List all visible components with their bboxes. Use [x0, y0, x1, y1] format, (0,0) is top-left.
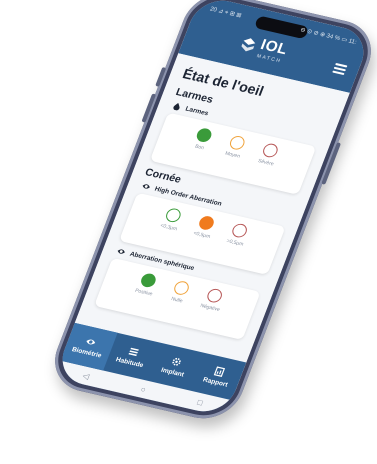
- option-circle[interactable]: [139, 272, 158, 289]
- option-circle[interactable]: [194, 127, 214, 144]
- scene: 20 ⊿ ⌖ ⊞ ⊠ ⊖ ⊙ ⊘ ⊕ 34 % ▭ 11: IOL MATCH: [0, 0, 377, 464]
- list-icon: [128, 347, 139, 357]
- option-bon[interactable]: Bon: [187, 126, 219, 153]
- option-moyen[interactable]: Moyen: [220, 134, 252, 161]
- option-gt-05[interactable]: >0,5µm: [222, 221, 254, 248]
- back-button[interactable]: ◁: [81, 371, 90, 381]
- option-label: Nulle: [170, 296, 184, 305]
- eye-icon: [142, 184, 150, 189]
- status-left: 20 ⊿ ⌖ ⊞ ⊠: [208, 6, 243, 20]
- report-icon: [213, 366, 226, 377]
- option-label: Moyen: [224, 150, 241, 160]
- tab-label: Implant: [159, 366, 185, 379]
- option-circle[interactable]: [172, 279, 191, 297]
- option-label: >0,5µm: [225, 238, 245, 248]
- gear-icon: [172, 357, 181, 366]
- tab-label: Rapport: [201, 376, 229, 389]
- option-card-spherique: Positive Nulle Négative: [94, 257, 261, 340]
- option-label: Négative: [199, 302, 221, 313]
- option-circle[interactable]: [197, 214, 216, 232]
- recent-apps-button[interactable]: □: [196, 397, 204, 407]
- option-positive[interactable]: Positive: [131, 271, 163, 298]
- tab-label: Biométrie: [70, 346, 103, 360]
- option-label: Bon: [193, 143, 205, 152]
- option-label: <0,5µm: [192, 230, 212, 240]
- screen: 20 ⊿ ⌖ ⊞ ⊠ ⊖ ⊙ ⊘ ⊕ 34 % ▭ 11: IOL MATCH: [53, 0, 373, 418]
- option-circle[interactable]: [164, 207, 183, 224]
- eye-icon: [117, 249, 125, 254]
- main-content: État de l'oeil Larmes Larmes Bon Moyen S…: [74, 53, 350, 363]
- option-nulle[interactable]: Nulle: [164, 279, 196, 306]
- option-lt-03[interactable]: <0,3µm: [156, 206, 188, 233]
- drop-icon: [173, 103, 180, 111]
- tab-label: Habitude: [114, 356, 145, 370]
- app-logo: IOL MATCH: [236, 32, 290, 65]
- option-lt-05[interactable]: <0,5µm: [189, 214, 221, 241]
- option-circle[interactable]: [227, 134, 247, 152]
- option-label: <0,3µm: [159, 222, 178, 233]
- option-severe[interactable]: Sévère: [253, 141, 285, 168]
- option-circle[interactable]: [261, 142, 280, 159]
- eye-icon: [86, 339, 96, 345]
- option-label: Sévère: [256, 158, 275, 168]
- status-right: ⊖ ⊙ ⊘ ⊕ 34 % ▭ 11:: [299, 27, 358, 46]
- hamburger-menu-icon[interactable]: [332, 62, 348, 75]
- logo-mark-icon: [241, 38, 256, 52]
- option-negative[interactable]: Négative: [197, 286, 229, 313]
- option-card-hoa: <0,3µm <0,5µm >0,5µm: [119, 192, 286, 275]
- option-label: Positive: [134, 287, 154, 298]
- option-circle[interactable]: [230, 222, 249, 239]
- side-button: [155, 67, 167, 87]
- phone-frame: 20 ⊿ ⌖ ⊞ ⊠ ⊖ ⊙ ⊘ ⊕ 34 % ▭ 11: IOL MATCH: [44, 0, 377, 426]
- subsection-label: Larmes: [184, 105, 210, 117]
- home-button[interactable]: ○: [139, 384, 147, 394]
- option-circle[interactable]: [205, 287, 224, 304]
